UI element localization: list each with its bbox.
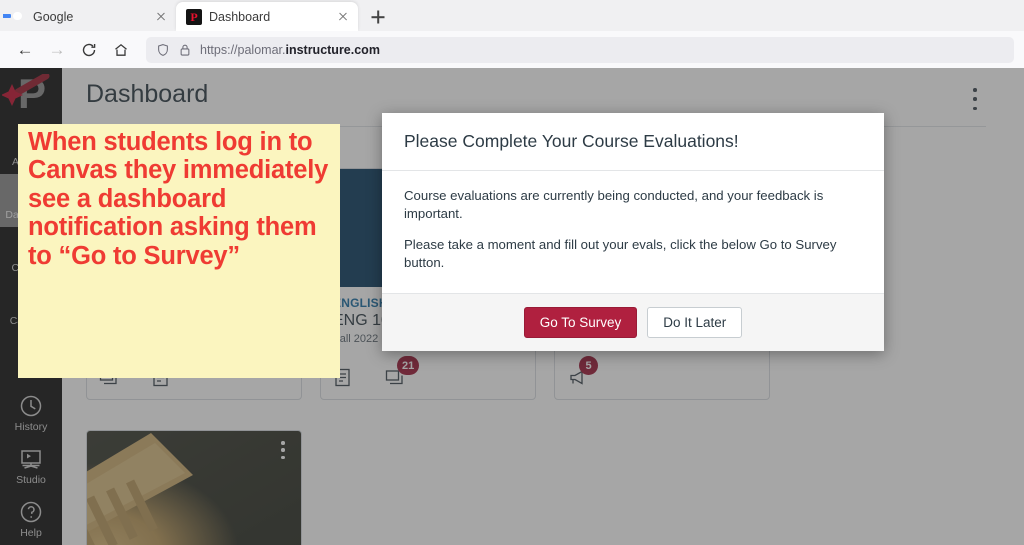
modal-body: Course evaluations are currently being c… [382, 171, 884, 295]
google-g-icon [10, 9, 26, 25]
browser-tab-google[interactable]: Google [0, 2, 176, 31]
modal-title: Please Complete Your Course Evaluations! [404, 131, 739, 151]
screenshot-root: Google P Dashboard ← → https://palomar.i… [0, 0, 1024, 545]
browser-chrome: Google P Dashboard ← → https://palomar.i… [0, 0, 1024, 68]
annotation-note: When students log in to Canvas they imme… [18, 124, 340, 378]
annotation-text: When students log in to Canvas they imme… [28, 128, 329, 270]
url-text: https://palomar.instructure.com [200, 43, 380, 57]
url-prefix: https://palomar. [200, 42, 286, 57]
do-it-later-button[interactable]: Do It Later [647, 307, 743, 338]
course-evaluations-modal: Please Complete Your Course Evaluations!… [382, 113, 884, 351]
modal-footer: Go To Survey Do It Later [382, 293, 884, 351]
address-bar[interactable]: https://palomar.instructure.com [146, 36, 1014, 63]
url-domain: instructure.com [285, 42, 380, 57]
tab-title: Dashboard [209, 9, 271, 24]
tab-title: Google [33, 9, 74, 24]
new-tab-button[interactable] [364, 3, 392, 31]
go-to-survey-button[interactable]: Go To Survey [523, 307, 638, 338]
home-icon[interactable] [106, 36, 136, 64]
modal-paragraph-2: Please take a moment and fill out your e… [404, 237, 837, 270]
modal-header: Please Complete Your Course Evaluations! [382, 113, 884, 171]
close-tab-icon[interactable] [152, 8, 170, 26]
forward-arrow-icon: → [48, 39, 66, 59]
palomar-p-icon: P [186, 8, 202, 25]
back-arrow-icon[interactable]: ← [10, 36, 40, 64]
padlock-icon [180, 44, 190, 56]
browser-toolbar: ← → https://palomar.instructure.com [0, 31, 1024, 68]
browser-tab-dashboard[interactable]: P Dashboard [176, 2, 358, 31]
shield-icon [158, 43, 168, 56]
reload-icon[interactable] [74, 36, 104, 64]
modal-paragraph-1: Course evaluations are currently being c… [404, 188, 824, 221]
close-tab-icon[interactable] [334, 8, 352, 26]
browser-tabstrip: Google P Dashboard [0, 0, 1024, 31]
